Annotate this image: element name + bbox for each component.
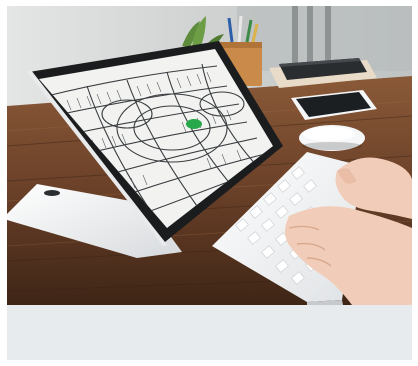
highlight-parcel — [186, 119, 202, 129]
image-card — [7, 6, 412, 360]
caption-area — [7, 305, 412, 360]
photo — [7, 6, 412, 305]
image-frame — [0, 0, 418, 366]
mouse-icon — [299, 125, 365, 151]
